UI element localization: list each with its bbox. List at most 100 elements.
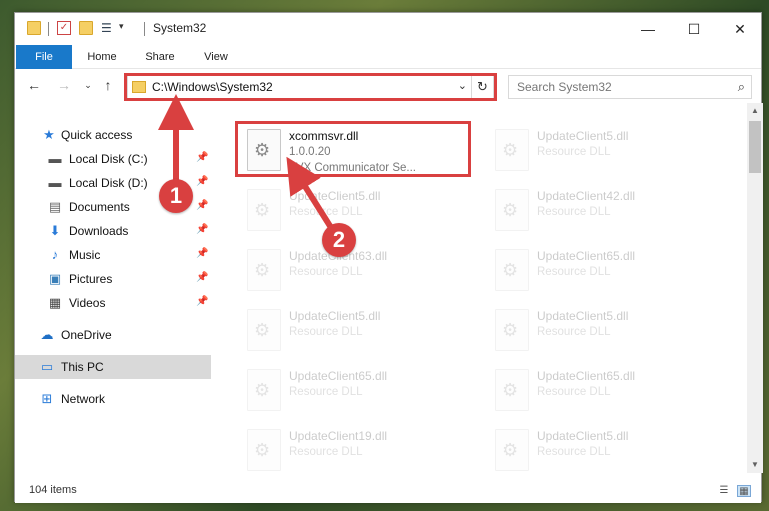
nav-label: Music: [69, 248, 101, 262]
file-item[interactable]: ⚙ UpdateClient63.dll Resource DLL: [237, 243, 469, 297]
pin-icon[interactable]: 📌: [196, 248, 208, 259]
network-icon: ⊞: [41, 391, 53, 406]
cloud-icon: ☁: [40, 327, 54, 342]
gear-icon: ⚙: [502, 380, 519, 400]
navigation-pane: ★ Quick access ▬ Local Disk (C:) 📌 ▬ Loc…: [15, 103, 211, 473]
vertical-scrollbar[interactable]: ▲ ▼: [747, 103, 763, 473]
details-view-icon[interactable]: ☰: [717, 485, 731, 497]
file-description: Resource DLL: [537, 146, 611, 158]
file-name: xcommsvr.dll: [289, 129, 359, 143]
nav-label: Local Disk (D:): [69, 176, 148, 190]
file-name: UpdateClient19.dll: [289, 429, 388, 443]
nav-label: Network: [61, 392, 106, 406]
dll-file-icon: ⚙: [247, 129, 281, 171]
nav-local-disk-c[interactable]: ▬ Local Disk (C:) 📌: [15, 147, 211, 171]
divider: [144, 22, 145, 36]
pin-icon[interactable]: 📌: [196, 272, 208, 283]
nav-downloads[interactable]: ⬇ Downloads 📌: [15, 219, 211, 243]
minimize-button[interactable]: —: [625, 13, 671, 45]
customize-toolbar-icon[interactable]: ☰: [101, 21, 115, 35]
file-description: Resource DLL: [289, 266, 363, 278]
nav-network[interactable]: ⊞ Network: [15, 387, 211, 411]
maximize-button[interactable]: ☐: [671, 13, 717, 45]
quick-access-dropdown-icon[interactable]: ▾: [119, 21, 124, 32]
nav-label: Documents: [69, 200, 130, 214]
file-item[interactable]: ⚙ UpdateClient5.dll Resource DLL: [237, 183, 469, 237]
file-description: Resource DLL: [537, 206, 611, 218]
gear-icon: ⚙: [502, 440, 519, 460]
file-description: Resource DLL: [537, 386, 611, 398]
pin-icon[interactable]: 📌: [196, 296, 208, 307]
dll-file-icon: ⚙: [495, 129, 529, 171]
file-item[interactable]: ⚙ UpdateClient65.dll Resource DLL: [485, 363, 717, 417]
up-arrow-icon[interactable]: ↑: [99, 77, 117, 93]
file-name: UpdateClient5.dll: [537, 129, 629, 143]
forward-arrow-icon[interactable]: →: [55, 77, 73, 93]
properties-check-icon[interactable]: ✓: [57, 21, 71, 35]
music-note-icon: ♪: [51, 247, 59, 262]
file-name: UpdateClient5.dll: [537, 309, 629, 323]
close-button[interactable]: ✕: [717, 13, 763, 45]
tab-share[interactable]: Share: [137, 45, 183, 69]
file-name: UpdateClient65.dll: [537, 249, 636, 263]
scroll-up-icon[interactable]: ▲: [747, 103, 763, 119]
ribbon-tabs: File Home Share View: [15, 45, 761, 69]
file-item[interactable]: ⚙ UpdateClient5.dll Resource DLL: [485, 423, 717, 473]
dll-file-icon: ⚙: [247, 189, 281, 231]
nav-music[interactable]: ♪ Music 📌: [15, 243, 211, 267]
search-input[interactable]: [517, 79, 717, 95]
gear-icon: ⚙: [502, 320, 519, 340]
gear-icon: ⚙: [254, 140, 271, 160]
file-item[interactable]: ⚙ UpdateClient5.dll Resource DLL: [485, 303, 717, 357]
nav-label: Quick access: [61, 128, 133, 142]
gear-icon: ⚙: [254, 380, 271, 400]
status-bar: 104 items ☰ ▦: [15, 477, 761, 503]
pin-icon[interactable]: 📌: [196, 224, 208, 235]
nav-quick-access[interactable]: ★ Quick access: [15, 123, 211, 147]
download-arrow-icon: ⬇: [49, 223, 61, 238]
nav-label: This PC: [61, 360, 104, 374]
document-icon: ▤: [48, 199, 62, 214]
nav-onedrive[interactable]: ☁ OneDrive: [15, 323, 211, 347]
file-explorer-window: ✓ ☰ ▾ System32 — ☐ ✕ File Home Share Vie…: [14, 12, 763, 503]
tiles-view-icon[interactable]: ▦: [737, 485, 751, 497]
computer-icon: ▭: [40, 359, 54, 374]
file-item[interactable]: ⚙ UpdateClient19.dll Resource DLL: [237, 423, 469, 473]
file-item-xcommsvr[interactable]: ⚙ xcommsvr.dll 1.0.0.20 AVX Communicator…: [237, 123, 469, 177]
dll-file-icon: ⚙: [495, 309, 529, 351]
nav-this-pc[interactable]: ▭ This PC: [15, 355, 211, 379]
item-count: 104 items: [29, 484, 77, 496]
picture-icon: ▣: [48, 271, 62, 286]
chevron-down-icon[interactable]: ⌄: [458, 79, 467, 92]
scroll-down-icon[interactable]: ▼: [747, 457, 763, 473]
search-box[interactable]: ⌕: [508, 75, 752, 99]
pin-icon[interactable]: 📌: [196, 200, 208, 211]
recent-locations-chevron-icon[interactable]: ⌄: [79, 80, 97, 91]
address-path[interactable]: C:\Windows\System32: [152, 80, 273, 94]
scroll-thumb[interactable]: [749, 121, 761, 173]
nav-pictures[interactable]: ▣ Pictures 📌: [15, 267, 211, 291]
title-bar: ✓ ☰ ▾ System32 — ☐ ✕: [15, 13, 761, 45]
gear-icon: ⚙: [502, 140, 519, 160]
gear-icon: ⚙: [254, 200, 271, 220]
tab-home[interactable]: Home: [79, 45, 125, 69]
nav-videos[interactable]: ▦ Videos 📌: [15, 291, 211, 315]
refresh-icon[interactable]: ↻: [471, 76, 493, 98]
dll-file-icon: ⚙: [495, 429, 529, 471]
drive-icon: ▬: [48, 151, 62, 166]
file-name: UpdateClient5.dll: [289, 309, 381, 323]
search-icon[interactable]: ⌕: [738, 79, 745, 95]
file-item[interactable]: ⚙ UpdateClient5.dll Resource DLL: [485, 123, 717, 177]
nav-label: Local Disk (C:): [69, 152, 148, 166]
tab-view[interactable]: View: [195, 45, 237, 69]
new-folder-icon[interactable]: [79, 21, 93, 35]
tab-file[interactable]: File: [16, 45, 72, 69]
file-item[interactable]: ⚙ UpdateClient42.dll Resource DLL: [485, 183, 717, 237]
file-item[interactable]: ⚙ UpdateClient65.dll Resource DLL: [237, 363, 469, 417]
address-bar[interactable]: C:\Windows\System32 ⌄ ↻: [127, 75, 494, 99]
file-item[interactable]: ⚙ UpdateClient5.dll Resource DLL: [237, 303, 469, 357]
pin-icon[interactable]: 📌: [196, 152, 208, 163]
file-item[interactable]: ⚙ UpdateClient65.dll Resource DLL: [485, 243, 717, 297]
pin-icon[interactable]: 📌: [196, 176, 208, 187]
back-arrow-icon[interactable]: ←: [25, 77, 43, 93]
